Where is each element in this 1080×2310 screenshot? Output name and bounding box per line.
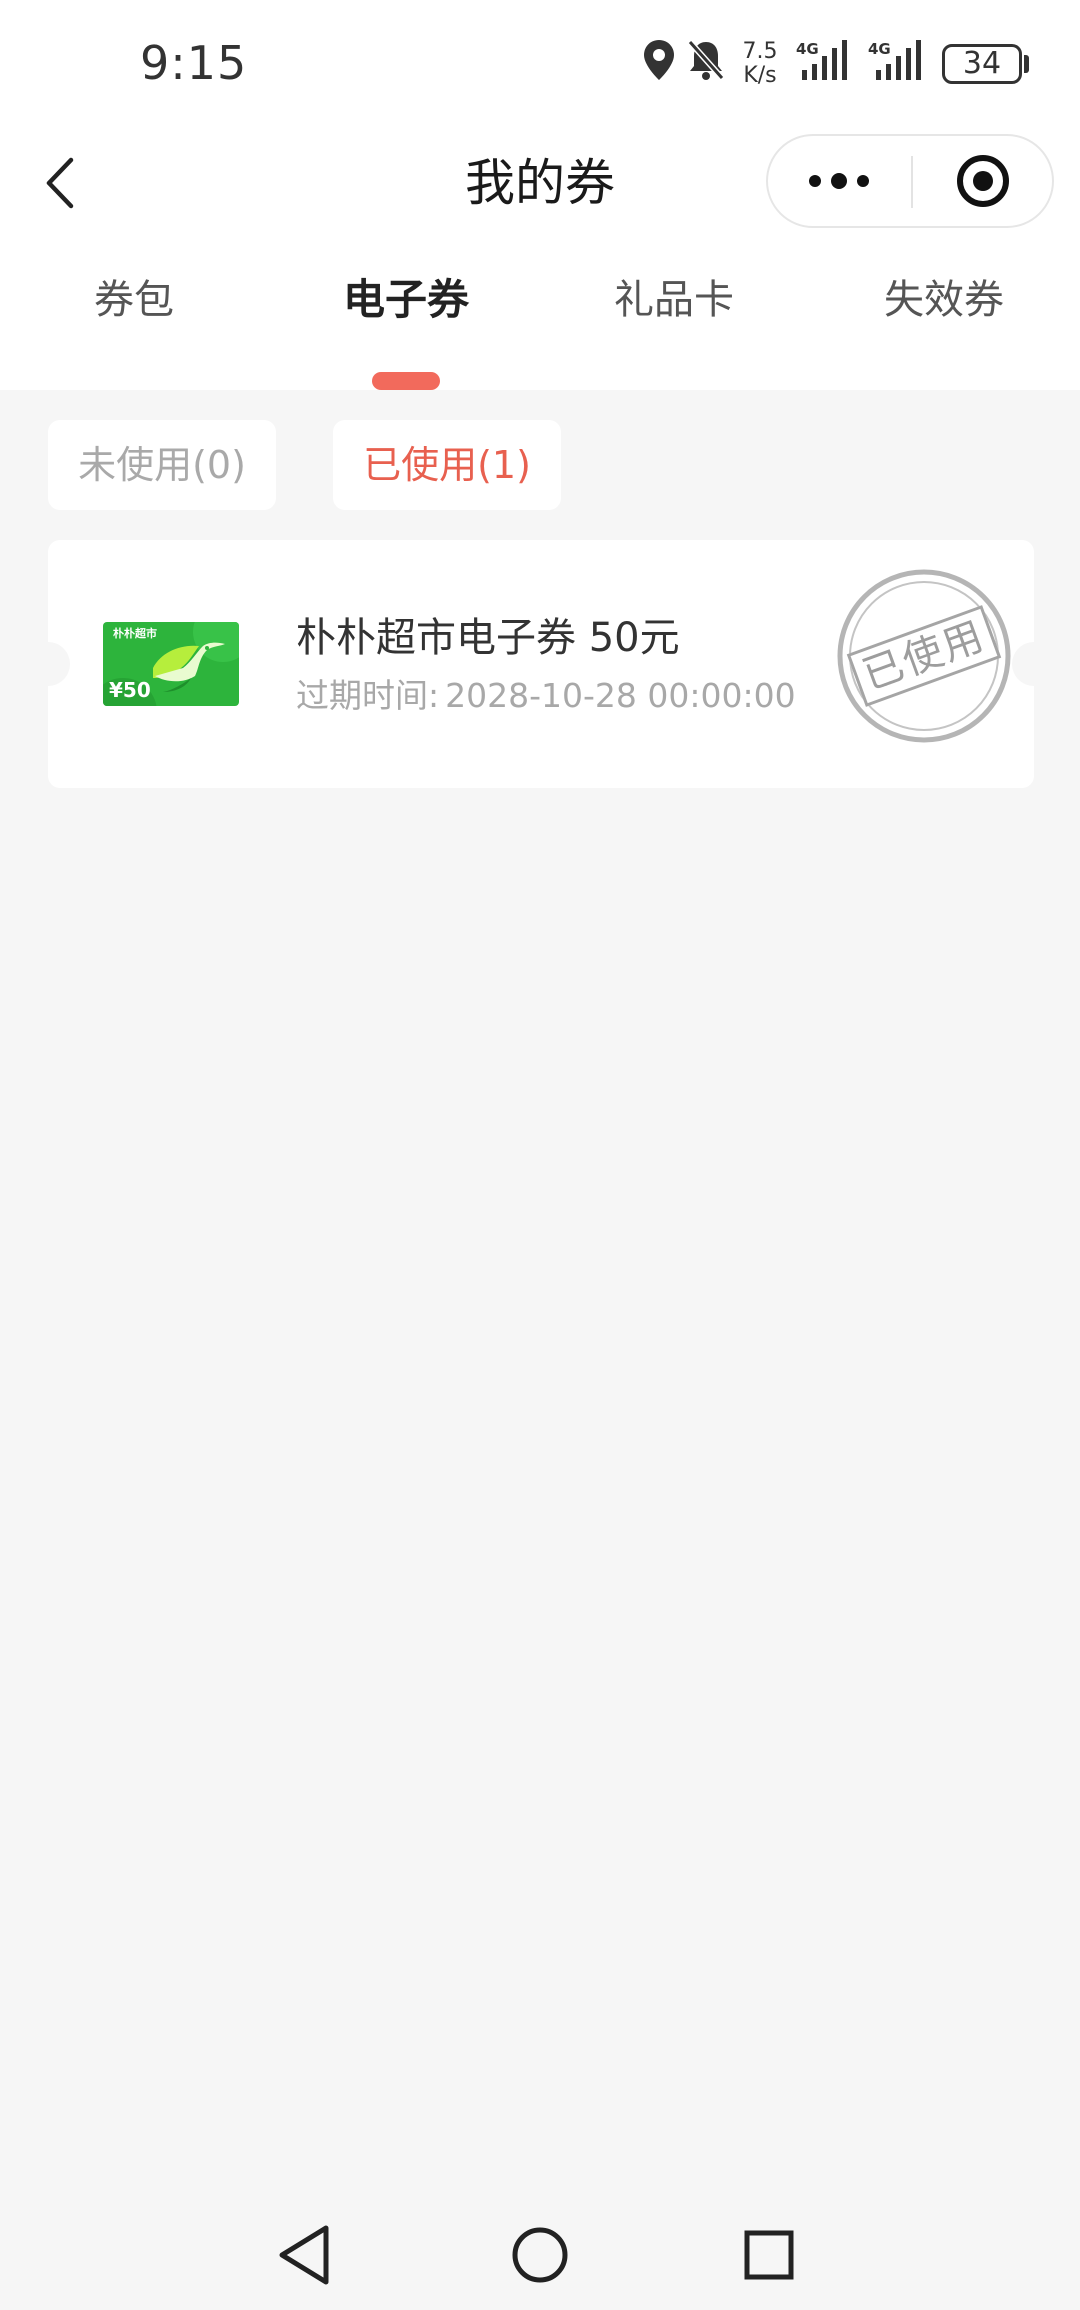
back-triangle-icon[interactable]: [272, 2220, 342, 2290]
filter-used-chip[interactable]: 已使用(1): [333, 420, 561, 510]
tab-expired[interactable]: 失效券: [844, 262, 1044, 342]
expiry-label: 过期时间:: [296, 676, 440, 715]
nav-bar: 我的券: [0, 128, 1080, 238]
close-mini-program-button[interactable]: [913, 136, 1053, 226]
coupon-image: 朴朴超市 ¥50: [103, 622, 239, 706]
more-button[interactable]: [768, 136, 910, 226]
expiry-value: 2028-10-28 00:00:00: [445, 676, 796, 715]
filter-unused-chip[interactable]: 未使用(0): [48, 420, 276, 510]
coupon-card[interactable]: 朴朴超市 ¥50 朴朴超市电子券 50元 过期时间: 2028-10-28 00:…: [48, 540, 1034, 788]
recents-square-icon[interactable]: [734, 2220, 804, 2290]
location-icon: [644, 40, 674, 80]
battery-icon: 34: [942, 44, 1022, 84]
coupon-image-amount: ¥50: [109, 678, 151, 702]
more-dots-icon: [809, 173, 869, 189]
mini-program-capsule: [766, 134, 1054, 228]
coupon-tabs: 券包 电子券 礼品卡 失效券: [0, 262, 1080, 390]
card-notch-left: [48, 642, 70, 686]
bell-muted-icon: [687, 40, 725, 80]
status-time: 9:15: [140, 36, 248, 90]
tab-e-coupon[interactable]: 电子券: [306, 262, 506, 342]
target-close-icon: [957, 155, 1009, 207]
coupon-title: 朴朴超市电子券 50元: [296, 615, 680, 661]
home-circle-icon[interactable]: [505, 2220, 575, 2290]
active-tab-indicator: [372, 372, 440, 390]
battery-tip: [1024, 55, 1029, 73]
signal-icon: 4G: [796, 40, 847, 80]
net-speed: 7.5 K/s: [742, 39, 778, 88]
svg-text:4G: 4G: [868, 40, 891, 58]
system-nav-bar: [0, 2200, 1080, 2310]
header-area: 9:15 7.5 K/s 4G 4G 34 我的券 券包 电子券 礼品卡 失效券: [0, 0, 1080, 390]
signal-icon-2: 4G: [868, 40, 921, 80]
tab-coupon-pack[interactable]: 券包: [34, 262, 234, 342]
svg-text:4G: 4G: [796, 40, 819, 58]
coupon-expiry: 过期时间: 2028-10-28 00:00:00: [296, 674, 796, 718]
tab-gift-card[interactable]: 礼品卡: [574, 262, 774, 342]
used-stamp: 已使用: [834, 566, 1014, 746]
coupon-image-brand: 朴朴超市: [113, 627, 157, 640]
status-bar: 9:15 7.5 K/s 4G 4G 34: [0, 0, 1080, 128]
status-icons: 7.5 K/s 4G 4G 34: [642, 38, 1032, 94]
